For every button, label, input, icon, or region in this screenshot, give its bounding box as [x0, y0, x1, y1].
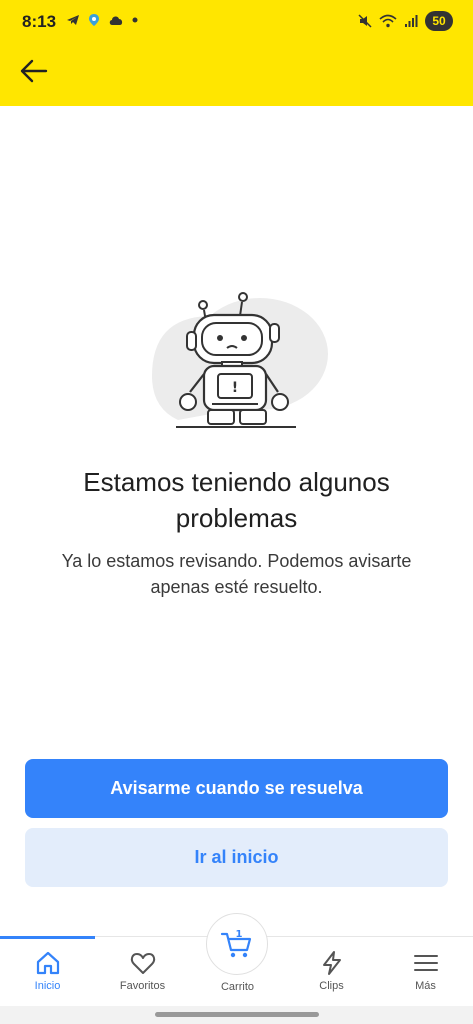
wifi-icon [379, 14, 397, 28]
status-time: 8:13 [22, 12, 57, 31]
heart-icon [130, 953, 155, 974]
nav-item-favoritos[interactable]: Favoritos [95, 937, 190, 1007]
status-right-icons: 50 [358, 11, 453, 31]
bolt-icon [322, 951, 341, 975]
cart-badge: 1 [236, 929, 243, 940]
back-button[interactable] [16, 56, 52, 86]
dot-icon [132, 17, 138, 23]
home-indicator[interactable] [155, 1012, 319, 1017]
nav-label-inicio: Inicio [34, 980, 61, 992]
notify-when-resolved-button[interactable]: Avisarme cuando se resuelva [25, 759, 448, 818]
nav-label-clips: Clips [319, 980, 344, 992]
nav-item-carrito[interactable]: 1 [206, 913, 268, 975]
error-title: Estamos teniendo algunos problemas [83, 467, 390, 533]
signal-icon [405, 15, 418, 27]
nav-item-mas[interactable]: Más [378, 937, 473, 1007]
arrow-left-icon [20, 59, 48, 83]
error-subtitle: Ya lo estamos revisando. Podemos avisart… [61, 551, 412, 597]
status-left-icons [66, 13, 138, 27]
battery-indicator: 50 [425, 11, 453, 31]
nav-label-carrito: Carrito [220, 981, 254, 993]
cloud-icon [109, 16, 123, 25]
status-bar: 8:13 50 [0, 0, 473, 44]
gesture-bar [0, 1006, 473, 1024]
nav-item-clips[interactable]: Clips [284, 937, 379, 1007]
app-header: 8:13 50 [0, 0, 473, 106]
maps-pin-icon [89, 14, 99, 26]
cart-icon: 1 [220, 929, 252, 958]
mute-icon [358, 14, 372, 28]
go-home-button[interactable]: Ir al inicio [25, 828, 448, 887]
bottom-navigation: Inicio Favoritos 1 Carrito Clips Más [0, 913, 473, 1007]
svg-text:!: ! [232, 380, 238, 396]
nav-label-mas: Más [415, 980, 436, 992]
nav-item-inicio[interactable]: Inicio [0, 937, 95, 1007]
error-robot-illustration: ! [152, 292, 328, 428]
home-icon [36, 951, 59, 975]
nav-label-favoritos: Favoritos [119, 980, 166, 992]
menu-icon [413, 955, 438, 971]
telegram-icon [67, 15, 79, 25]
